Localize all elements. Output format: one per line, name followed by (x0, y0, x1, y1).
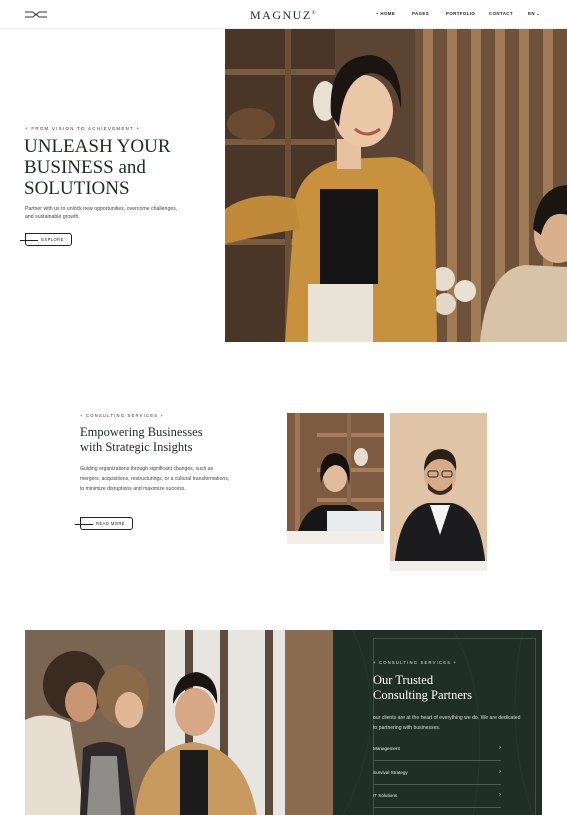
consultant-photo-woman (287, 413, 384, 544)
language-label: EN (528, 11, 535, 16)
hero-title-line: UNLEASH YOUR (24, 136, 171, 157)
read-more-button[interactable]: READ MORE (75, 517, 133, 530)
team-photo (25, 630, 333, 815)
service-item-survival-strategy[interactable]: Survival Strategy › (373, 767, 501, 785)
partners-title-line: Our Trusted (373, 673, 434, 687)
service-item-label: Management (373, 746, 400, 751)
nav-home[interactable]: + HOME (376, 11, 395, 16)
chevron-right-icon: › (499, 769, 501, 775)
service-item-label: Survival Strategy (373, 770, 408, 775)
nav-home-label: HOME (380, 11, 396, 16)
service-item-management[interactable]: Management › (373, 743, 501, 761)
consulting-title: Empowering Businesses with Strategic Ins… (80, 425, 280, 455)
service-item-label: IT Solutions (373, 793, 398, 798)
partners-eyebrow: + CONSULTING SERVICES + (373, 660, 458, 665)
partners-text: our clients are at the heart of everythi… (373, 715, 521, 731)
nav-active-marker-icon: + (376, 11, 379, 16)
nav-portfolio[interactable]: PORTFOLIO (446, 11, 475, 16)
partners-title: Our Trusted Consulting Partners (373, 673, 533, 703)
nav-pages[interactable]: PAGES (412, 11, 429, 16)
brand-logo[interactable]: MAGNUZ® (0, 8, 567, 23)
brand-name: MAGNUZ (250, 8, 312, 22)
read-more-button-label: READ MORE (96, 521, 125, 526)
hero-title-line: SOLUTIONS (24, 178, 130, 199)
button-line-decoration (20, 239, 38, 241)
hero-subtitle: Partner with us to unlock new opportunit… (25, 206, 178, 220)
hero-photo-illustration (225, 29, 567, 342)
chevron-right-icon: › (499, 792, 501, 798)
button-line-decoration (75, 523, 93, 525)
hero-title: UNLEASH YOUR BUSINESS and SOLUTIONS (24, 136, 214, 199)
consulting-eyebrow: + CONSULTING SERVICES + (80, 413, 165, 418)
language-selector[interactable]: EN ⌄ (528, 11, 540, 16)
consultant-photo-man-illustration (390, 413, 487, 571)
chevron-right-icon: › (499, 745, 501, 751)
team-photo-illustration (25, 630, 333, 815)
site-header: MAGNUZ® + HOME PAGES PORTFOLIO CONTACT E… (0, 0, 567, 29)
chevron-down-icon: ⌄ (536, 11, 541, 16)
brand-mark: ® (311, 11, 317, 16)
consultant-photo-woman-illustration (287, 413, 384, 544)
consultant-photo-man (390, 413, 487, 571)
hero-title-line: BUSINESS and (24, 157, 146, 178)
hero-eyebrow: + FROM VISION TO ACHIEVEMENT + (25, 126, 141, 131)
partners-title-line: Consulting Partners (373, 688, 472, 702)
consulting-text: Guiding organizations through significan… (80, 466, 230, 492)
consulting-title-line: Empowering Businesses (80, 425, 203, 439)
explore-button[interactable]: EXPLORE (20, 233, 72, 246)
service-item-it-solutions[interactable]: IT Solutions › (373, 790, 501, 808)
nav-contact[interactable]: CONTACT (489, 11, 513, 16)
hero-photo (225, 29, 567, 342)
consulting-title-line: with Strategic Insights (80, 440, 193, 454)
